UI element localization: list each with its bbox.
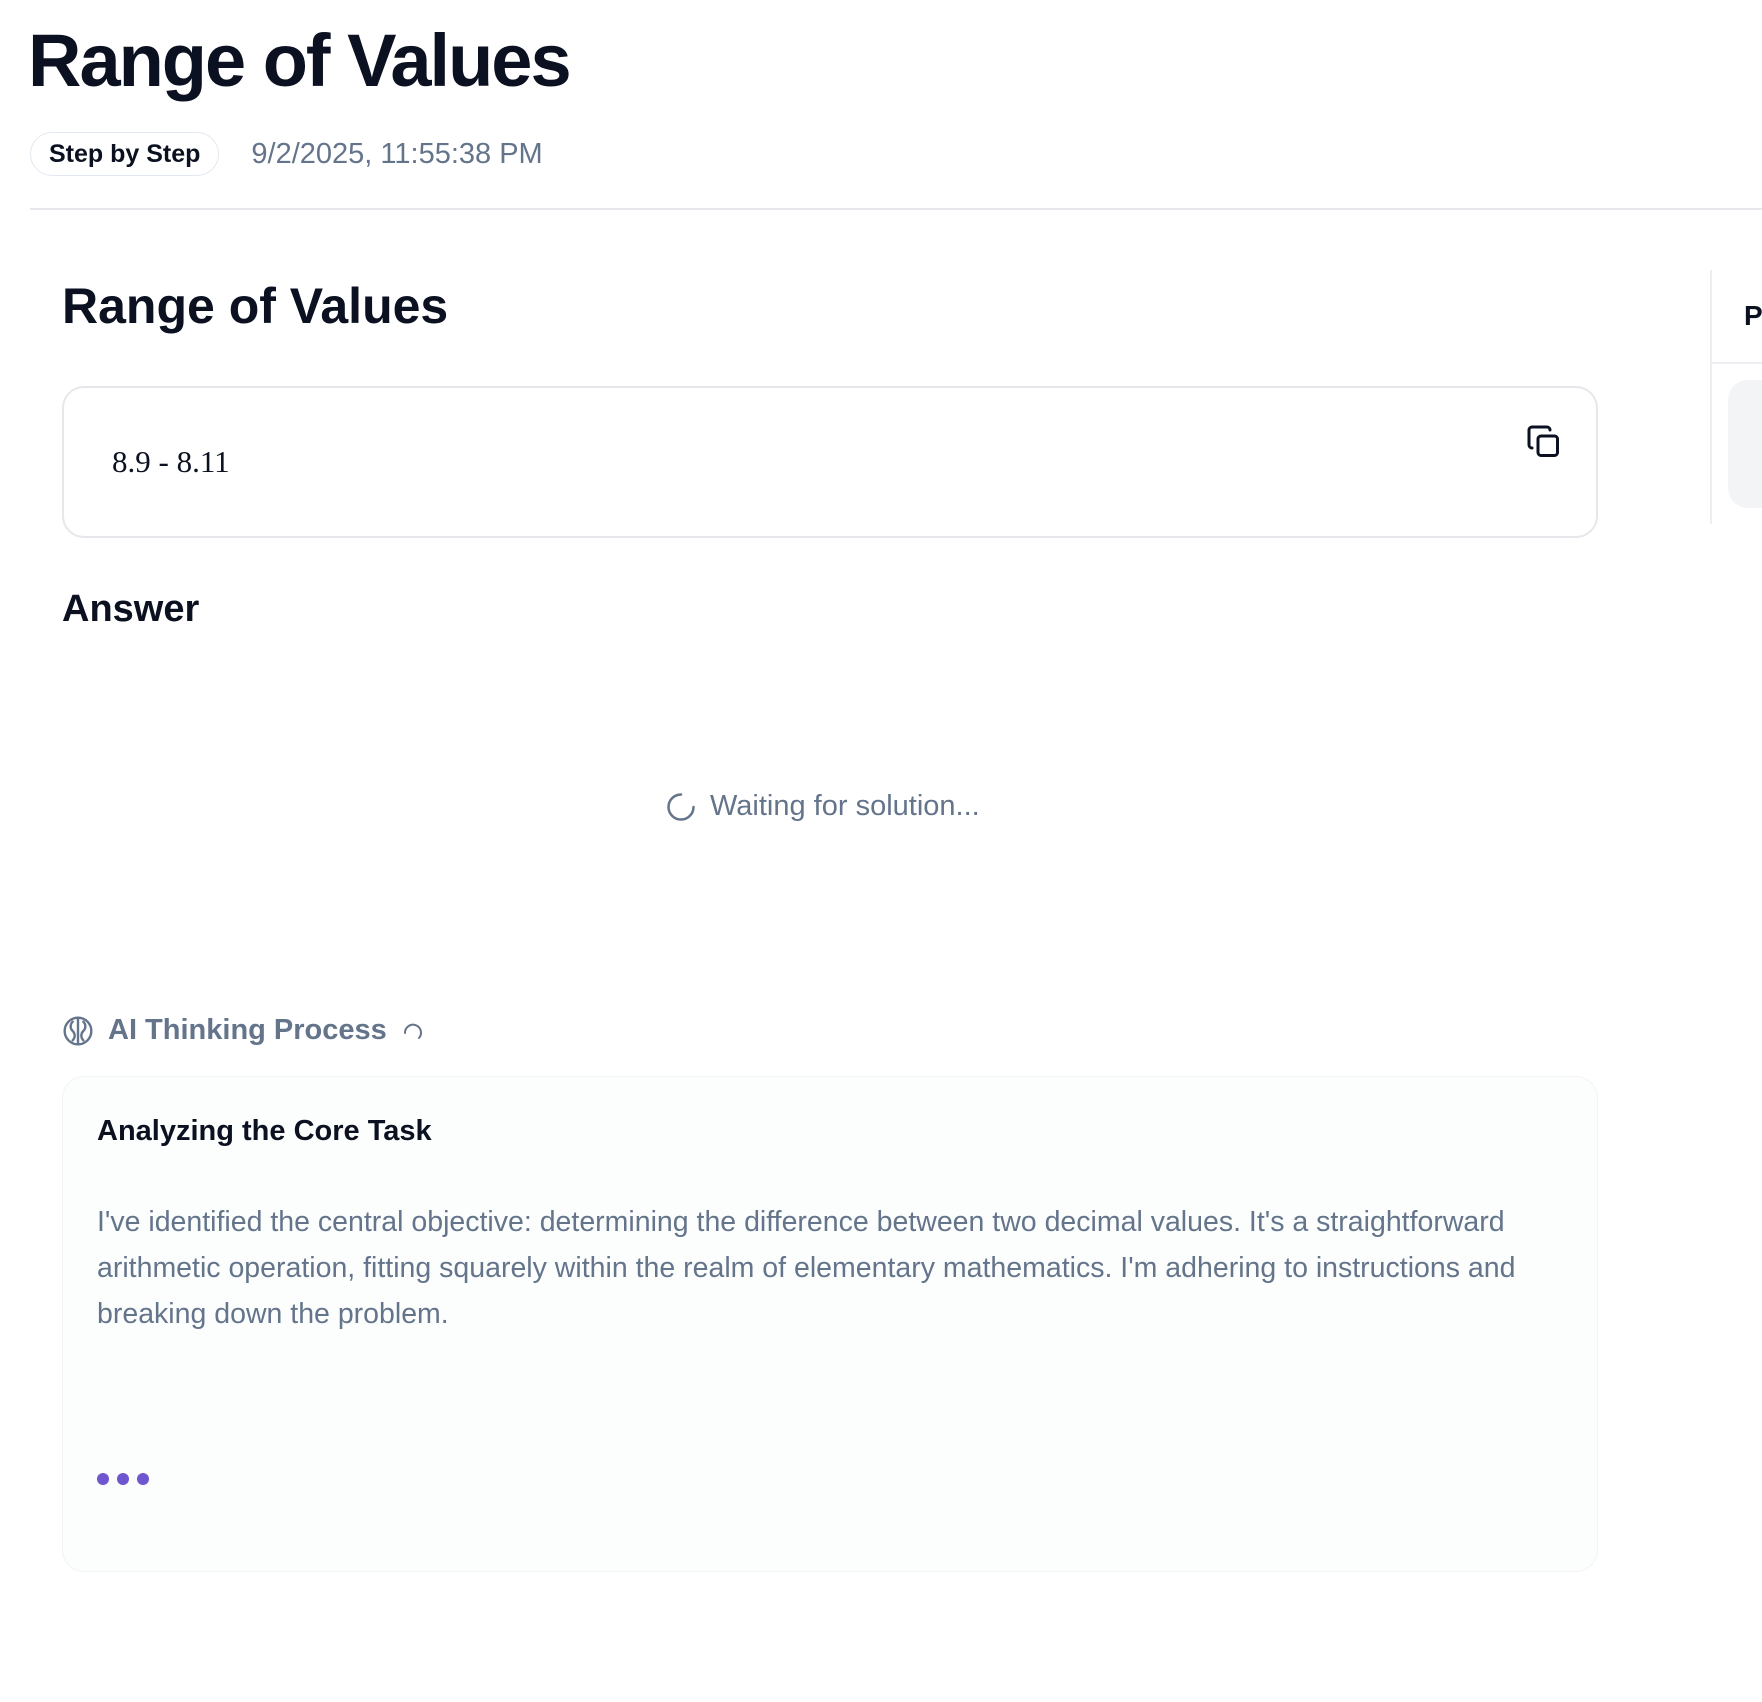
thinking-header[interactable]: AI Thinking Process [62, 1014, 425, 1047]
typing-dot [137, 1473, 149, 1485]
side-panel-tab[interactable]: P [1744, 300, 1762, 332]
side-panel: P [1710, 270, 1762, 524]
spinner-icon [667, 792, 695, 821]
copy-icon [1527, 425, 1559, 457]
timestamp: 9/2/2025, 11:55:38 PM [251, 137, 543, 170]
thinking-card: Analyzing the Core Task I've identified … [62, 1076, 1598, 1572]
thinking-heading: AI Thinking Process [108, 1014, 387, 1046]
spinner-icon [403, 1023, 422, 1039]
typing-dot [97, 1473, 109, 1485]
mode-badge: Step by Step [30, 132, 220, 176]
side-panel-divider [1712, 362, 1762, 364]
answer-status-text: Waiting for solution... [710, 790, 980, 822]
thinking-body: I've identified the central objective: d… [97, 1206, 1516, 1330]
typing-indicator [97, 1473, 149, 1485]
header-divider [30, 208, 1762, 210]
meta-row: Step by Step 9/2/2025, 11:55:38 PM [30, 132, 543, 176]
answer-status: Waiting for solution... [666, 790, 980, 823]
thinking-step-title: Analyzing the Core Task [97, 1115, 432, 1147]
side-panel-card[interactable] [1728, 380, 1762, 508]
main-content: Range of Values 8.9 - 8.11 Answer Waitin… [62, 270, 1598, 1572]
typing-dot [117, 1473, 129, 1485]
copy-button[interactable] [1526, 424, 1562, 460]
page-title: Range of Values [28, 19, 572, 102]
brain-icon [63, 1015, 93, 1046]
problem-card: 8.9 - 8.11 [62, 386, 1598, 538]
problem-title: Range of Values [62, 278, 449, 334]
answer-heading: Answer [62, 588, 200, 630]
problem-expression: 8.9 - 8.11 [112, 444, 230, 479]
